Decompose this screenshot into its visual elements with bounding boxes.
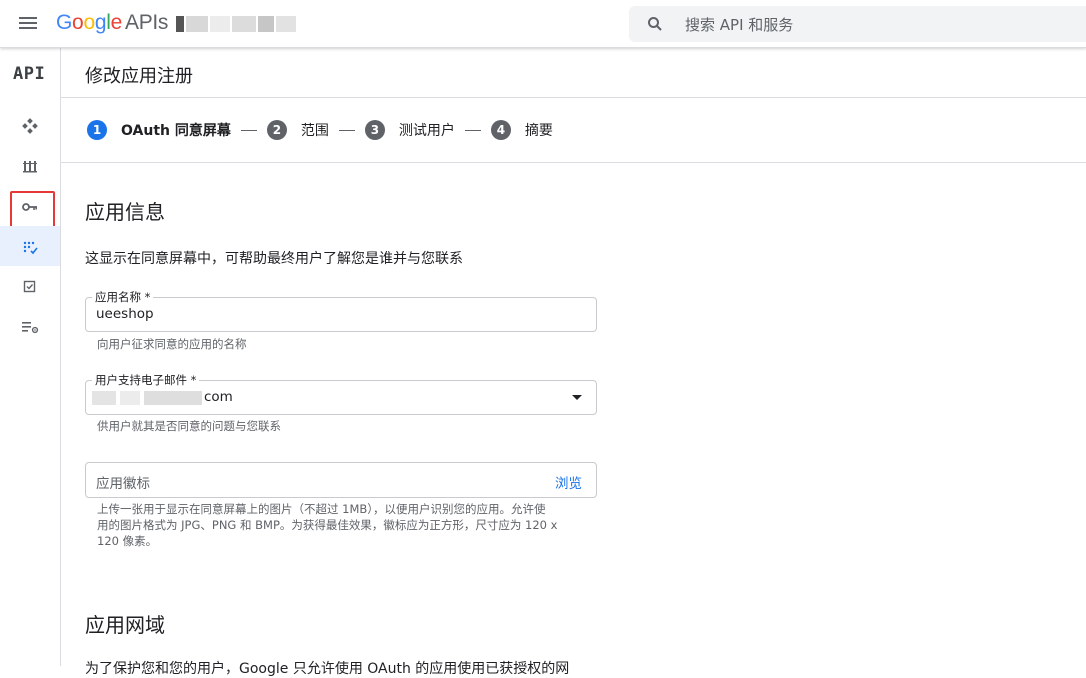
rail-item-library[interactable]: [0, 145, 60, 185]
app-name-field[interactable]: 应用名称 * ueeshop: [85, 289, 597, 332]
app-logo-hint-line2: 用的图片格式为 JPG、PNG 和 BMP。为获得最佳效果，徽标应为正方形，尺寸…: [97, 518, 558, 532]
rail-item-oauth-consent[interactable]: [0, 226, 60, 266]
step-test-users[interactable]: 3 测试用户: [364, 120, 455, 140]
redacted-email: [92, 391, 116, 405]
browse-button[interactable]: 浏览: [555, 472, 582, 492]
support-email-hint: 供用户就其是否同意的问题与您联系: [97, 419, 281, 433]
step-number: 3: [364, 120, 385, 140]
divider: [61, 162, 1086, 163]
support-email-label: 用户支持电子邮件 *: [92, 372, 200, 388]
search-input[interactable]: 搜索 API 和服务: [685, 14, 793, 35]
section-title-app-info: 应用信息: [85, 200, 165, 224]
app-logo-placeholder: 应用徽标: [96, 476, 150, 492]
step-oauth-consent[interactable]: 1 OAuth 同意屏幕: [87, 120, 231, 140]
app-logo-field[interactable]: 应用徽标 浏览: [85, 462, 597, 498]
app-logo-hint-line1: 上传一张用于显示在同意屏幕上的图片（不超过 1MB），以便用户识别您的应用。允许…: [97, 502, 546, 516]
section-description-truncated: 为了保护您和您的用户，Google 只允许使用 OAuth 的应用使用已获授权的…: [85, 661, 570, 677]
top-bar: Google APIs 搜索 API 和服务: [0, 0, 1086, 48]
app-name-hint: 向用户征求同意的应用的名称: [97, 337, 247, 351]
section-description: 这显示在同意屏幕中，可帮助最终用户了解您是谁并与您联系: [85, 251, 463, 267]
support-email-domain: com: [204, 389, 233, 405]
section-title-app-domain: 应用网域: [85, 613, 165, 637]
step-number: 4: [490, 120, 511, 140]
step-separator: [464, 129, 481, 131]
library-icon: [23, 161, 37, 173]
app-logo-hint-line3: 120 像素。: [97, 534, 158, 548]
left-navigation-rail: API: [0, 48, 61, 666]
step-number: 2: [266, 120, 287, 140]
dashboard-diamond-icon: [22, 118, 38, 134]
step-summary[interactable]: 4 摘要: [490, 120, 553, 140]
rail-item-dashboard[interactable]: [0, 105, 60, 145]
app-name-input[interactable]: ueeshop: [96, 306, 154, 322]
oauth-consent-icon: [23, 241, 38, 255]
google-apis-logo[interactable]: Google APIs: [56, 11, 168, 35]
api-brand: API: [13, 64, 46, 84]
checkbox-icon: [23, 280, 36, 293]
search-bar[interactable]: 搜索 API 和服务: [629, 6, 1086, 42]
project-selector-redacted[interactable]: [176, 16, 298, 32]
step-label: 摘要: [524, 123, 553, 139]
hamburger-menu-icon[interactable]: [17, 14, 39, 34]
step-label: 测试用户: [398, 123, 455, 139]
highlight-box: [10, 191, 55, 228]
step-separator: [240, 129, 257, 131]
stepper: 1 OAuth 同意屏幕 2 范围 3 测试用户 4 摘要: [87, 120, 553, 140]
redacted-email: [144, 391, 202, 405]
step-separator: [338, 129, 355, 131]
support-email-select[interactable]: 用户支持电子邮件 * com: [85, 372, 597, 415]
step-label: 范围: [300, 123, 329, 139]
dropdown-arrow-icon[interactable]: [572, 395, 582, 400]
step-label: OAuth 同意屏幕: [121, 123, 231, 139]
settings-list-icon: [22, 322, 39, 334]
search-icon: [648, 17, 662, 31]
main-content: 修改应用注册 1 OAuth 同意屏幕 2 范围 3 测试用户 4 摘要 应用信…: [61, 48, 1086, 677]
divider: [61, 97, 1086, 98]
redacted-email: [120, 391, 140, 405]
step-scopes[interactable]: 2 范围: [266, 120, 329, 140]
step-number: 1: [87, 120, 107, 140]
rail-item-domain-verification[interactable]: [0, 266, 60, 306]
app-name-label: 应用名称 *: [92, 289, 154, 305]
page-title: 修改应用注册: [85, 66, 193, 87]
rail-item-page-settings[interactable]: [0, 306, 60, 346]
